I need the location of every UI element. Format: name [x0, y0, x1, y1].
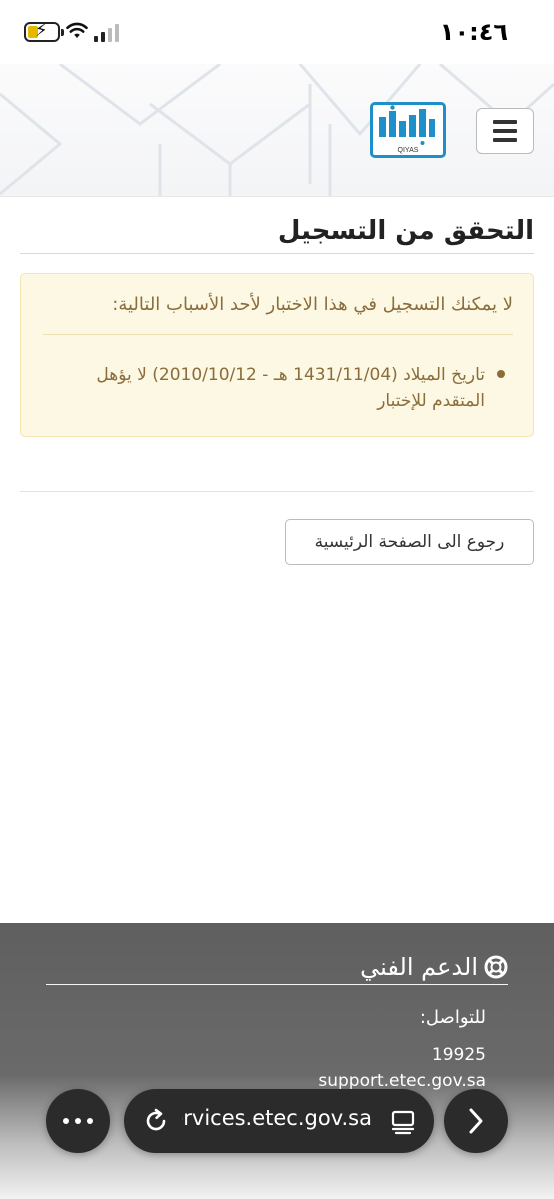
hamburger-icon	[493, 120, 517, 124]
reload-icon[interactable]	[142, 1107, 170, 1135]
back-to-home-button[interactable]: رجوع الى الصفحة الرئيسية	[285, 519, 534, 565]
chevron-right-icon	[469, 1108, 483, 1134]
support-title: الدعم الفني	[360, 953, 478, 981]
address-bar[interactable]: services.etec.gov.sa	[124, 1089, 434, 1153]
page-title: التحقق من التسجيل	[277, 216, 534, 246]
more-options-button[interactable]	[46, 1089, 110, 1153]
site-footer: الدعم الفني للتواصل: 19925 support.etec.…	[0, 923, 554, 1199]
more-dots-icon	[63, 1118, 69, 1124]
menu-toggle-button[interactable]	[476, 108, 534, 154]
warning-alert: لا يمكنك التسجيل في هذا الاختبار لأحد ال…	[20, 273, 534, 437]
support-heading: الدعم الفني	[360, 953, 508, 981]
wifi-icon	[66, 22, 88, 38]
title-divider	[20, 253, 534, 254]
forward-button[interactable]	[444, 1089, 508, 1153]
battery-charging-icon: ⚡	[24, 21, 64, 42]
contact-label: للتواصل:	[419, 1007, 486, 1028]
status-time: ١٠:٤٦	[439, 18, 508, 46]
header-pattern	[0, 64, 554, 196]
reader-view-icon[interactable]	[390, 1109, 416, 1135]
lifebuoy-icon	[484, 955, 508, 979]
support-divider	[46, 984, 508, 985]
support-phone[interactable]: 19925	[432, 1045, 486, 1065]
alert-reason: تاريخ الميلاد (1431/11/04 هـ - 2010/10/1…	[96, 365, 485, 411]
site-header: QIYAS	[0, 64, 554, 197]
support-site-link[interactable]: support.etec.gov.sa	[318, 1071, 486, 1091]
alert-heading: لا يمكنك التسجيل في هذا الاختبار لأحد ال…	[112, 294, 513, 315]
logo-subtext: QIYAS	[398, 147, 419, 154]
qiyas-logo[interactable]: QIYAS	[370, 102, 446, 158]
status-bar: ⚡ ١٠:٤٦	[0, 0, 554, 64]
bullet-icon	[497, 370, 505, 378]
alert-divider	[43, 334, 513, 335]
section-divider	[20, 491, 534, 492]
signal-icon	[94, 24, 119, 42]
url-text: services.etec.gov.sa	[182, 1106, 372, 1130]
logo-mark: QIYAS	[379, 105, 435, 154]
alert-list-item: تاريخ الميلاد (1431/11/04 هـ - 2010/10/1…	[57, 362, 507, 414]
